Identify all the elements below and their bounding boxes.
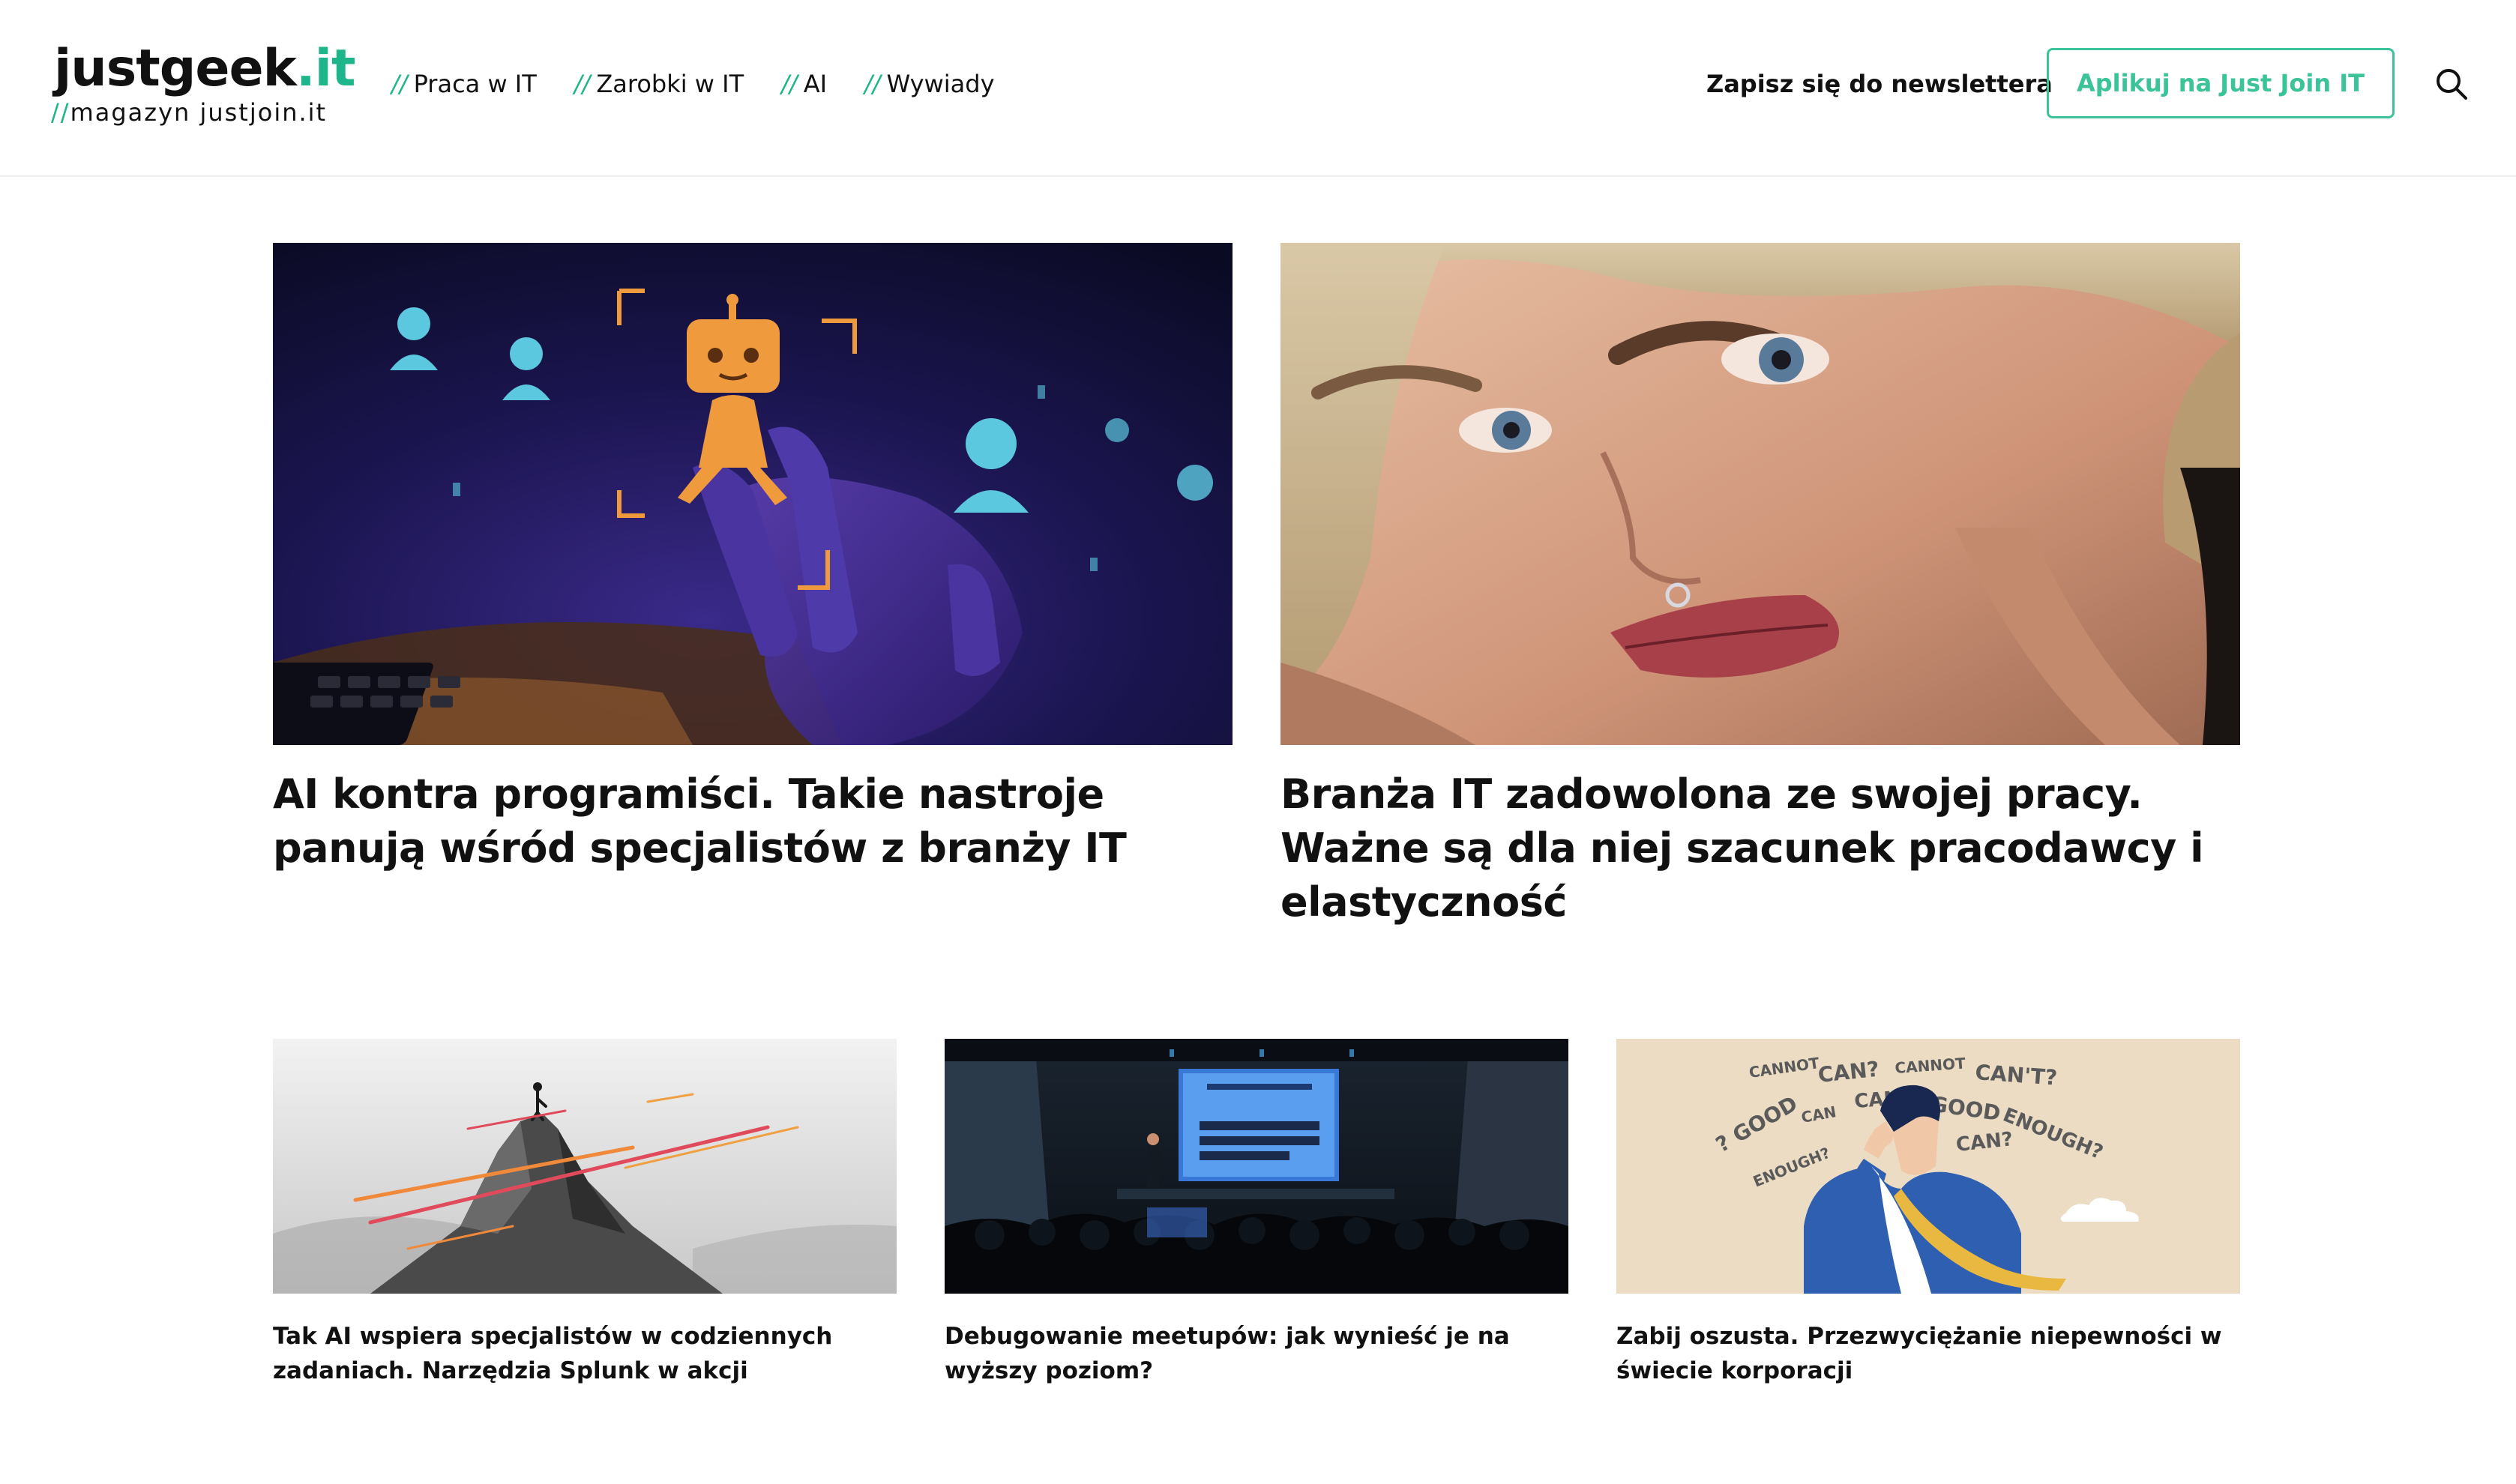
article-title: Tak AI wspiera specjalistów w codziennyc… xyxy=(273,1323,833,1384)
article-zabij-oszusta[interactable]: CANNOT CAN? CANNOT CAN'T? ? GOOD CAN CAN… xyxy=(1616,1039,2240,1399)
apply-button[interactable]: Aplikuj na Just Join IT xyxy=(2047,48,2395,118)
search-button[interactable] xyxy=(2429,61,2474,106)
logo-tagline: //magazyn justjoin.it xyxy=(51,98,328,127)
article-image-portrait xyxy=(1280,243,2240,745)
article-title: Branża IT zadowolona ze swojej pracy. Wa… xyxy=(1280,770,2204,926)
article-image-mountain xyxy=(273,1039,897,1294)
nav-item-wywiady[interactable]: //Wywiady xyxy=(864,70,995,98)
logo-wordmark: justgeek.it xyxy=(54,39,355,98)
nav-item-praca-w-it[interactable]: //Praca w IT xyxy=(391,70,537,98)
article-splunk[interactable]: Tak AI wspiera specjalistów w codziennyc… xyxy=(273,1039,897,1399)
article-image-conference xyxy=(945,1039,1568,1294)
featured-article-branza-it[interactable]: Branża IT zadowolona ze swojej pracy. Wa… xyxy=(1280,243,2240,932)
article-title: AI kontra programiści. Takie nastroje pa… xyxy=(273,770,1127,872)
main-nav: //Praca w IT //Zarobki w IT //AI //Wywia… xyxy=(391,61,1032,106)
nav-item-zarobki-w-it[interactable]: //Zarobki w IT xyxy=(574,70,744,98)
nav-item-ai[interactable]: //AI xyxy=(781,70,827,98)
newsletter-link[interactable]: Zapisz się do newslettera xyxy=(1706,64,2053,103)
article-title: Debugowanie meetupów: jak wynieść je na … xyxy=(945,1323,1510,1384)
article-image-ai-robot xyxy=(273,243,1233,745)
featured-article-ai[interactable]: AI kontra programiści. Takie nastroje pa… xyxy=(273,243,1233,932)
site-header: justgeek.it //magazyn justjoin.it //Prac… xyxy=(0,0,2516,177)
article-meetupy[interactable]: Debugowanie meetupów: jak wynieść je na … xyxy=(945,1039,1568,1399)
article-image-impostor-illustration: CANNOT CAN? CANNOT CAN'T? ? GOOD CAN CAN… xyxy=(1616,1039,2240,1294)
search-icon xyxy=(2437,69,2467,100)
site-logo[interactable]: justgeek.it //magazyn justjoin.it xyxy=(51,39,355,129)
article-title: Zabij oszusta. Przezwyciężanie niepewnoś… xyxy=(1616,1323,2222,1384)
